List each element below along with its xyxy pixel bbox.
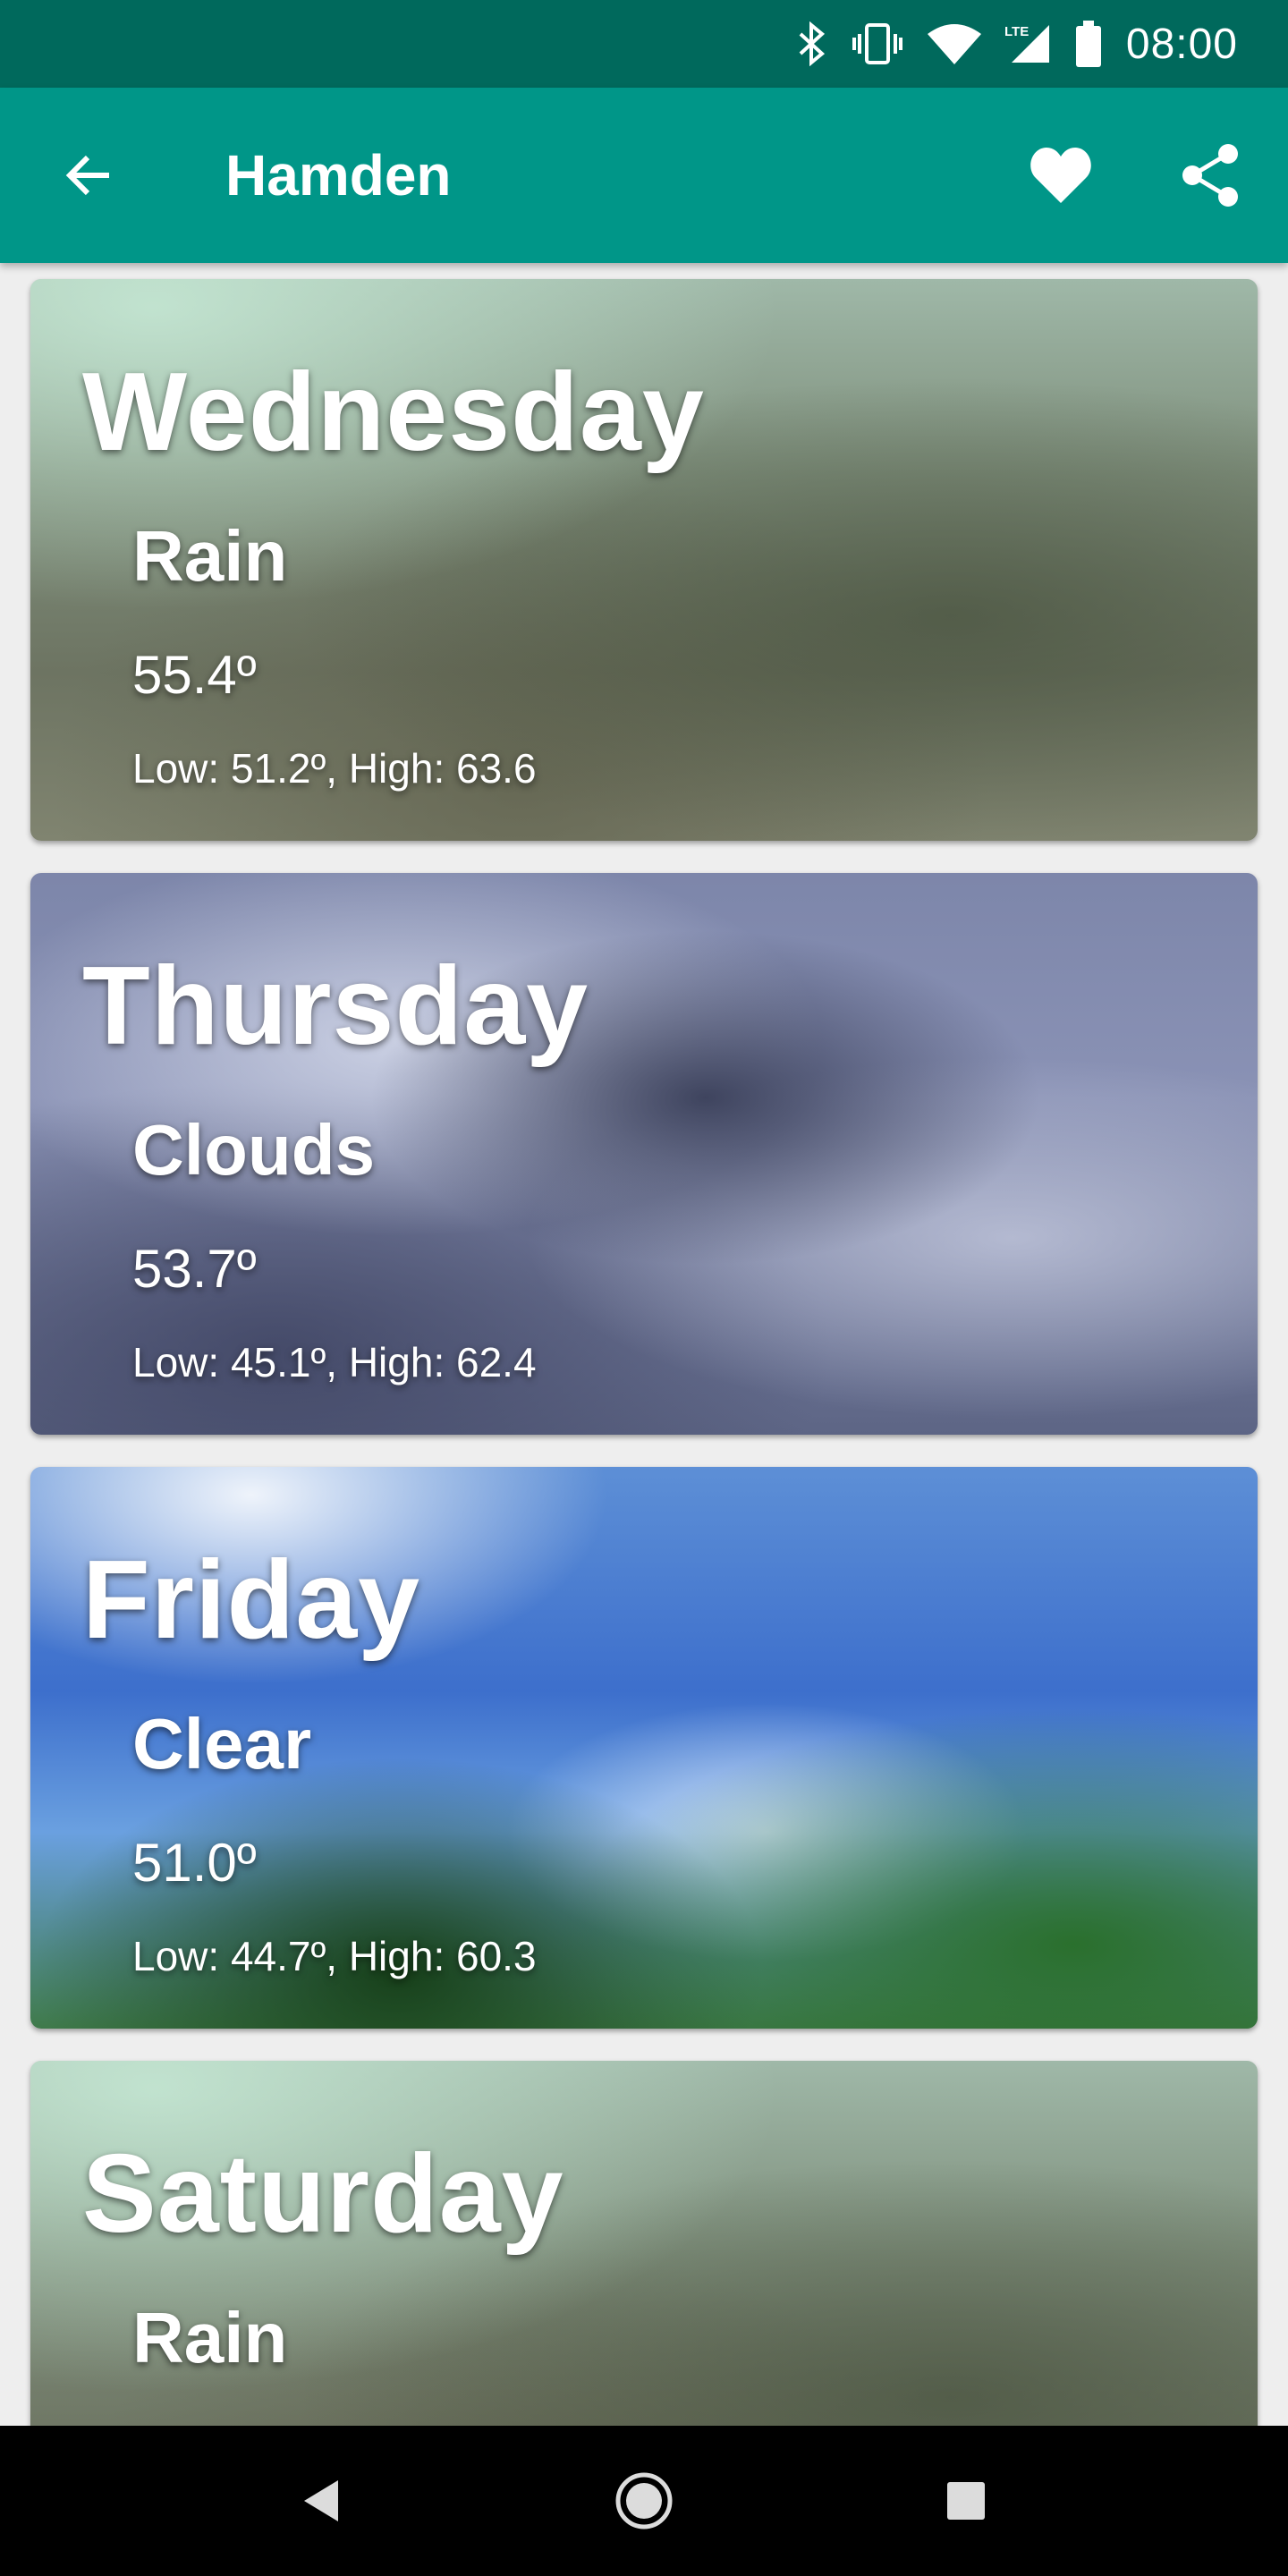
page-title: Hamden: [225, 143, 452, 208]
card-day: Friday: [82, 1538, 421, 1662]
card-condition: Clear: [132, 1704, 312, 1784]
nav-home-button[interactable]: [590, 2447, 698, 2555]
status-time: 08:00: [1125, 20, 1238, 68]
share-icon: [1182, 144, 1238, 207]
card-condition: Rain: [132, 2298, 288, 2377]
forecast-list[interactable]: Wednesday Rain 55.4º Low: 51.2º, High: 6…: [0, 263, 1288, 2426]
card-day: Wednesday: [82, 351, 705, 474]
card-condition: Clouds: [132, 1110, 376, 1190]
home-nav-icon: [615, 2472, 673, 2529]
card-temperature: 55.4º: [132, 645, 257, 705]
card-low-high: Low: 45.1º, High: 62.4: [132, 1339, 537, 1385]
system-nav-bar: [0, 2426, 1288, 2576]
svg-text:LTE: LTE: [1004, 24, 1029, 39]
nav-recents-button[interactable]: [912, 2447, 1020, 2555]
back-nav-icon: [304, 2480, 338, 2521]
nav-back-button[interactable]: [268, 2447, 376, 2555]
card-temperature: 53.7º: [132, 1239, 257, 1299]
app-bar: Hamden: [0, 88, 1288, 263]
heart-icon: [1030, 148, 1091, 203]
bluetooth-icon: [797, 21, 827, 66]
vibrate-icon: [851, 21, 904, 66]
card-temperature: 51.0º: [132, 1833, 257, 1893]
forecast-card-wednesday[interactable]: Wednesday Rain 55.4º Low: 51.2º, High: 6…: [30, 279, 1258, 841]
card-low-high: Low: 51.2º, High: 63.6: [132, 745, 537, 792]
card-day: Thursday: [82, 945, 589, 1068]
forecast-card-thursday[interactable]: Thursday Clouds 53.7º Low: 45.1º, High: …: [30, 873, 1258, 1435]
arrow-back-icon: [65, 155, 109, 196]
card-condition: Rain: [132, 516, 288, 596]
forecast-card-friday[interactable]: Friday Clear 51.0º Low: 44.7º, High: 60.…: [30, 1467, 1258, 2029]
lte-signal-icon: LTE: [1004, 21, 1051, 66]
forecast-card-saturday[interactable]: Saturday Rain: [30, 2061, 1258, 2426]
battery-icon: [1074, 21, 1103, 67]
status-bar: LTE 08:00: [0, 0, 1288, 88]
recents-nav-icon: [947, 2482, 985, 2520]
favorite-button[interactable]: [1016, 131, 1106, 220]
card-low-high: Low: 44.7º, High: 60.3: [132, 1933, 537, 1979]
card-day: Saturday: [82, 2132, 564, 2256]
wifi-icon: [927, 21, 981, 66]
back-button[interactable]: [45, 131, 134, 220]
share-button[interactable]: [1166, 131, 1256, 220]
